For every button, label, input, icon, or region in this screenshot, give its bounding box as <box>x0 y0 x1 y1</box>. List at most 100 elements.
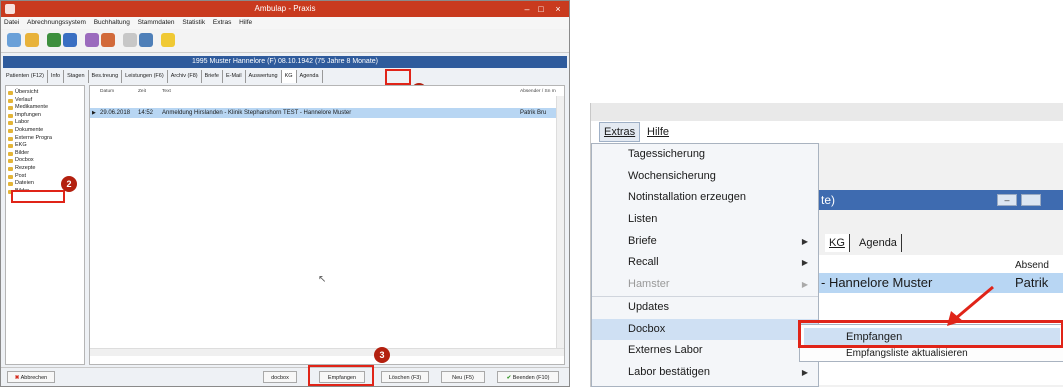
column-header-datum[interactable]: Datum <box>100 88 114 96</box>
menu-datei[interactable]: Datei <box>4 19 19 26</box>
tree-item-labor[interactable]: Labor <box>6 119 84 127</box>
arrows-icon[interactable] <box>47 33 61 47</box>
mail-icon[interactable] <box>139 33 153 47</box>
beenden-button[interactable]: ✔ Beenden (F10) <box>497 371 559 383</box>
menu-item-labor-bestaetigen[interactable]: Labor bestätigen ▶ <box>592 362 818 384</box>
document-icon[interactable] <box>123 33 137 47</box>
loeschen-button[interactable]: Löschen (F3) <box>381 371 429 383</box>
submenu-item-empfangsliste[interactable]: Empfangsliste aktualisieren <box>804 347 1060 361</box>
close-icon[interactable]: × <box>551 3 565 15</box>
window-title: Ambulap - Praxis <box>254 4 316 13</box>
tab-kg[interactable]: KG <box>281 70 297 83</box>
column-header-zeit[interactable]: Zeit <box>138 88 146 96</box>
background-tab-kg[interactable]: KG <box>825 234 850 252</box>
menu-item-wochensicherung[interactable]: Wochensicherung <box>592 166 818 188</box>
row-datum: 29.06.2018 <box>100 110 131 116</box>
patient-title: 1995 Muster Hannelore (F) 08.10.1942 (75… <box>192 58 378 65</box>
tree-item-bilder-1[interactable]: Bilder <box>6 150 84 158</box>
delete-icon[interactable] <box>101 33 115 47</box>
tools-icon[interactable] <box>85 33 99 47</box>
submenu-arrow-icon: ▶ <box>801 236 808 246</box>
menu-extras-open[interactable]: Extras <box>599 122 641 142</box>
tab-info[interactable]: Info <box>48 70 65 83</box>
menu-item-listen[interactable]: Listen <box>592 209 818 231</box>
tab-archiv[interactable]: Archiv (F8) <box>168 70 202 83</box>
background-column-absender: Absend <box>1015 260 1049 271</box>
minimize-icon[interactable]: – <box>521 3 533 15</box>
patient-icon[interactable] <box>7 33 21 47</box>
smiley-icon[interactable] <box>161 33 175 47</box>
menu-item-externes-labor[interactable]: Externes Labor <box>592 340 818 362</box>
neu-button[interactable]: Neu (F5) <box>441 371 485 383</box>
tab-email[interactable]: E-Mail <box>223 70 246 83</box>
menu-item-updates[interactable]: Updates <box>592 295 818 319</box>
menu-buchhaltung[interactable]: Buchhaltung <box>94 19 130 26</box>
background-minimize-icon[interactable]: – <box>997 194 1017 206</box>
menu-item-label: Wochensicherung <box>628 169 716 182</box>
tree-item-uebersicht[interactable]: Übersicht <box>6 89 84 97</box>
maximize-icon[interactable]: □ <box>535 3 547 15</box>
vertical-scrollbar[interactable] <box>556 96 564 348</box>
mouse-cursor-icon: ↖ <box>318 274 327 285</box>
menu-hilfe[interactable]: Hilfe <box>239 19 252 26</box>
patient-titlebar: 1995 Muster Hannelore (F) 08.10.1942 (75… <box>3 56 567 68</box>
menu-bar: Datei Abrechnungssystem Buchhaltung Stam… <box>1 17 569 29</box>
zoom-top-strip <box>591 103 1063 121</box>
menu-item-tagessicherung[interactable]: Tagessicherung <box>592 144 818 166</box>
menu-hilfe-right[interactable]: Hilfe <box>647 121 669 143</box>
tree-item-rezepte[interactable]: Rezepte <box>6 165 84 173</box>
column-header-absender[interactable]: Absender / Sn m <box>520 88 556 96</box>
menu-item-label: Docbox <box>628 322 666 335</box>
menu-abrechnungssystem[interactable]: Abrechnungssystem <box>27 19 86 26</box>
docbox-button[interactable]: docbox <box>263 371 297 383</box>
save-icon[interactable] <box>63 33 77 47</box>
menu-item-label: Labor bestätigen <box>628 365 710 378</box>
tab-agenda[interactable]: Agenda <box>297 70 323 83</box>
loeschen-label: Löschen (F3) <box>388 375 422 381</box>
tab-stagen[interactable]: Stagen <box>64 70 89 83</box>
menu-item-notinstallation[interactable]: Notinstallation erzeugen <box>592 187 818 209</box>
menu-item-briefe[interactable]: Briefe ▶ <box>592 231 818 253</box>
background-restore-icon[interactable] <box>1021 194 1041 206</box>
menu-statistik[interactable]: Statistik <box>182 19 205 26</box>
menu-item-recall[interactable]: Recall ▶ <box>592 252 818 274</box>
column-header-text[interactable]: Text <box>162 88 171 96</box>
tree-item-verlauf[interactable]: Verlauf <box>6 97 84 105</box>
tree-item-ekg[interactable]: EKG <box>6 142 84 150</box>
menu-item-label: Recall <box>628 256 659 269</box>
menu-zoom-window: Extras Hilfe te) – KG Agenda Absend - Ha… <box>590 103 1063 387</box>
step-badge-2: 2 <box>61 176 77 192</box>
tree-item-docbox[interactable]: Docbox <box>6 157 84 165</box>
menu-item-hamster: Hamster ▶ <box>592 274 818 296</box>
tree-item-medikamente[interactable]: Medikamente <box>6 104 84 112</box>
beenden-label: Beenden (F10) <box>512 375 550 381</box>
menu-item-label: Tagessicherung <box>628 148 706 160</box>
menu-item-docbox[interactable]: Docbox▶ <box>592 318 818 341</box>
main-window: Ambulap - Praxis – □ × Datei Abrechnungs… <box>0 0 570 387</box>
tree-item-externe-programme[interactable]: Externe Progra <box>6 135 84 143</box>
tab-patienten[interactable]: Patienten (F12) <box>3 70 48 83</box>
bottom-button-bar: ✖ Abbrechen docbox Empfangen Löschen (F3… <box>1 367 569 386</box>
submenu-arrow-icon: ▶ <box>801 280 808 290</box>
tree-item-dokumente[interactable]: Dokumente <box>6 127 84 135</box>
submenu-arrow-icon: ▶ <box>801 367 808 377</box>
row-absender: Patrik Bru <box>520 110 547 116</box>
right-menu-bar: Extras Hilfe <box>591 121 1063 143</box>
submenu-item-label: Empfangsliste aktualisieren <box>846 348 968 359</box>
tab-betreuung[interactable]: Bes.treung <box>89 70 123 83</box>
menu-extras[interactable]: Extras <box>213 19 231 26</box>
menu-stammdaten[interactable]: Stammdaten <box>138 19 175 26</box>
row-zeit: 14:52 <box>138 110 154 116</box>
tab-leistungen[interactable]: Leistungen (F6) <box>122 70 168 83</box>
abbrechen-button[interactable]: ✖ Abbrechen <box>7 371 55 383</box>
background-tab-agenda[interactable]: Agenda <box>855 234 902 252</box>
row-pointer-icon: ▶ <box>92 110 96 116</box>
tab-auswertung[interactable]: Auswertung <box>246 70 282 83</box>
clock-icon[interactable] <box>25 33 39 47</box>
tab-briefe[interactable]: Briefe <box>202 70 223 83</box>
table-row[interactable]: ▶ 29.06.2018 14:52 Anmeldung Hirslanden … <box>90 108 564 118</box>
app-icon <box>5 4 15 14</box>
tree-item-impfungen[interactable]: Impfungen <box>6 112 84 120</box>
horizontal-scrollbar[interactable] <box>90 348 564 356</box>
submenu-arrow-icon: ▶ <box>801 258 808 268</box>
